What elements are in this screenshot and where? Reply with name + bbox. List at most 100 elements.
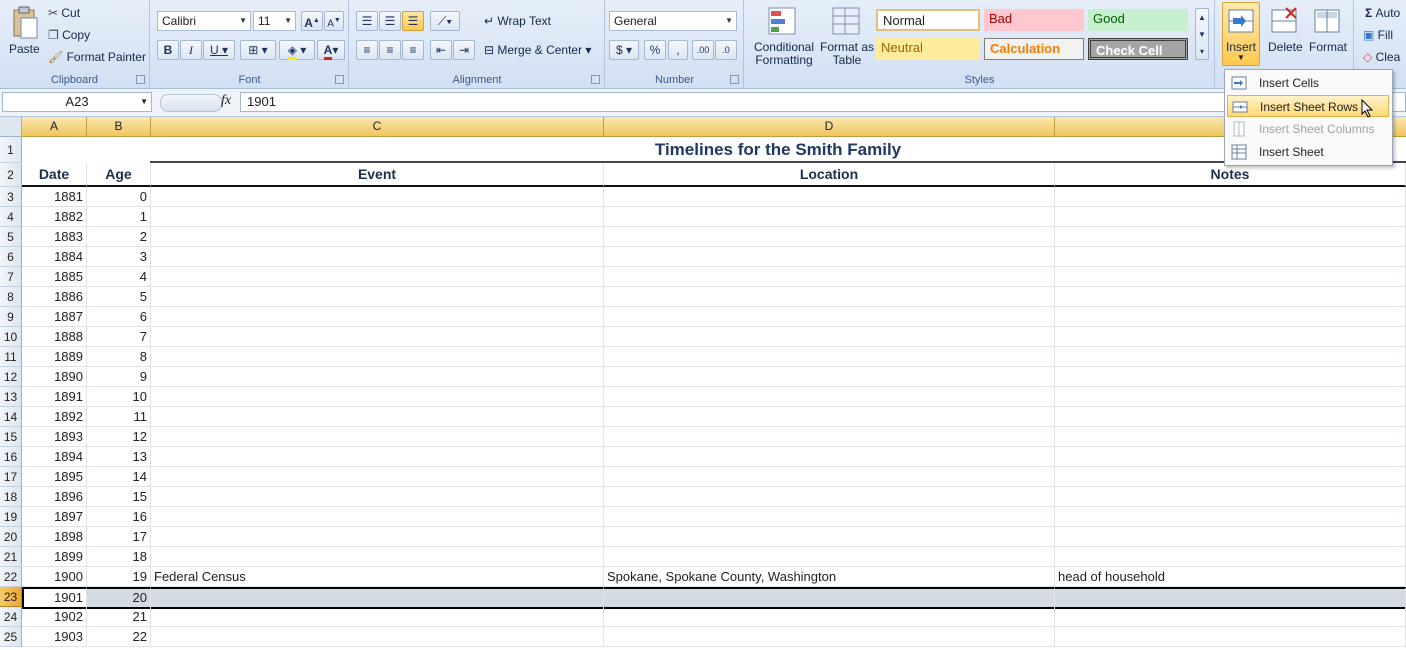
format-as-table-button[interactable]: Format as Table: [819, 41, 875, 67]
grid-cell[interactable]: [1055, 507, 1406, 527]
formula-bar-handle[interactable]: [160, 94, 222, 112]
grid-cell[interactable]: [151, 187, 604, 207]
row-header[interactable]: 6: [0, 247, 22, 267]
grid-cell[interactable]: 1903: [22, 627, 87, 647]
grid-cell[interactable]: 20: [87, 587, 151, 609]
grid-cell[interactable]: [604, 187, 1055, 207]
grid-cell[interactable]: 13: [87, 447, 151, 467]
shrink-font-button[interactable]: A▼: [324, 11, 344, 31]
style-check-cell[interactable]: Check Cell: [1088, 38, 1188, 60]
grid-cell[interactable]: [151, 227, 604, 247]
bold-button[interactable]: B: [157, 40, 179, 60]
grid-cell[interactable]: [1055, 227, 1406, 247]
grid-cell[interactable]: 1890: [22, 367, 87, 387]
conditional-formatting-button[interactable]: Conditional Formatting: [751, 41, 817, 67]
grid-cell[interactable]: [1055, 407, 1406, 427]
decrease-decimal-icon[interactable]: .0: [715, 40, 737, 60]
grid-cell[interactable]: 1900: [22, 567, 87, 587]
grid-cell[interactable]: 1884: [22, 247, 87, 267]
grid-cell[interactable]: [604, 207, 1055, 227]
row-header[interactable]: 9: [0, 307, 22, 327]
grid-cell[interactable]: 0: [87, 187, 151, 207]
italic-button[interactable]: I: [180, 40, 202, 60]
grid-cell[interactable]: 17: [87, 527, 151, 547]
grid-cell[interactable]: Federal Census: [151, 567, 604, 587]
grid-cell[interactable]: 1885: [22, 267, 87, 287]
font-color-button[interactable]: A▾: [317, 40, 345, 60]
row-header[interactable]: 18: [0, 487, 22, 507]
row-header[interactable]: 8: [0, 287, 22, 307]
merge-center-button[interactable]: ⊟ Merge & Center ▾: [484, 43, 591, 57]
decrease-indent-icon[interactable]: ⇤: [430, 40, 452, 60]
grid-cell[interactable]: 16: [87, 507, 151, 527]
grid-cell[interactable]: 3: [87, 247, 151, 267]
increase-indent-icon[interactable]: ⇥: [453, 40, 475, 60]
grid-cell[interactable]: [604, 307, 1055, 327]
grid-cell[interactable]: head of household: [1055, 567, 1406, 587]
grid-cell[interactable]: [151, 307, 604, 327]
grid-cell[interactable]: [604, 467, 1055, 487]
grid-cell[interactable]: 9: [87, 367, 151, 387]
grid-cell[interactable]: [151, 527, 604, 547]
grid-cell[interactable]: [151, 627, 604, 647]
grid-cell[interactable]: 18: [87, 547, 151, 567]
number-format-select[interactable]: General ▼: [609, 11, 737, 31]
column-title-cell[interactable]: Notes: [1055, 163, 1406, 187]
grid-cell[interactable]: [151, 487, 604, 507]
grid-cell[interactable]: 1902: [22, 607, 87, 627]
styles-scroll[interactable]: ▲ ▼ ▾: [1195, 8, 1209, 60]
row-header[interactable]: 20: [0, 527, 22, 547]
grid-cell[interactable]: 1899: [22, 547, 87, 567]
grid-cell[interactable]: 22: [87, 627, 151, 647]
grid-cell[interactable]: 14: [87, 467, 151, 487]
row-header[interactable]: 12: [0, 367, 22, 387]
underline-button[interactable]: U ▾: [203, 40, 235, 60]
grid-cell[interactable]: 8: [87, 347, 151, 367]
column-title-cell[interactable]: Age: [87, 163, 151, 187]
grid-cell[interactable]: [604, 447, 1055, 467]
format-painter-button[interactable]: 🖌 Format Painter: [48, 50, 146, 64]
grid-cell[interactable]: [604, 507, 1055, 527]
row-header[interactable]: 15: [0, 427, 22, 447]
menu-item-insert-sheet-rows[interactable]: Insert Sheet Rows: [1227, 95, 1389, 118]
row-header[interactable]: 11: [0, 347, 22, 367]
grid-cell[interactable]: [151, 587, 604, 609]
grid-cell[interactable]: 15: [87, 487, 151, 507]
grid-cell[interactable]: [151, 367, 604, 387]
clipboard-launcher-icon[interactable]: [136, 75, 145, 84]
worksheet-grid[interactable]: A B C D 1 Timelines for the Smith Family 2…: [0, 117, 1406, 650]
align-left-icon[interactable]: ≡: [356, 40, 378, 60]
grid-cell[interactable]: [604, 587, 1055, 609]
row-header[interactable]: 21: [0, 547, 22, 567]
column-header-a[interactable]: A: [22, 117, 87, 137]
currency-button[interactable]: $ ▾: [609, 40, 639, 60]
grid-cell[interactable]: [1055, 327, 1406, 347]
grid-cell[interactable]: [1055, 547, 1406, 567]
row-header[interactable]: 5: [0, 227, 22, 247]
row-header[interactable]: 3: [0, 187, 22, 207]
grid-cell[interactable]: [1055, 487, 1406, 507]
grid-cell[interactable]: [604, 427, 1055, 447]
grid-cell[interactable]: 1883: [22, 227, 87, 247]
grid-cell[interactable]: [151, 547, 604, 567]
grid-cell[interactable]: 5: [87, 287, 151, 307]
grid-cell[interactable]: 1892: [22, 407, 87, 427]
grid-cell[interactable]: [151, 427, 604, 447]
align-bottom-icon[interactable]: ☰: [402, 11, 424, 31]
grid-cell[interactable]: [604, 547, 1055, 567]
row-header[interactable]: 25: [0, 627, 22, 647]
grid-cell[interactable]: [1055, 447, 1406, 467]
grid-cell[interactable]: Spokane, Spokane County, Washington: [604, 567, 1055, 587]
column-title-cell[interactable]: Date: [22, 163, 87, 187]
grid-cell[interactable]: [604, 367, 1055, 387]
grid-cell[interactable]: 1882: [22, 207, 87, 227]
align-top-icon[interactable]: ☰: [356, 11, 378, 31]
font-size-select[interactable]: 11 ▼: [253, 11, 296, 31]
percent-button[interactable]: %: [644, 40, 666, 60]
grid-cell[interactable]: [1055, 627, 1406, 647]
alignment-launcher-icon[interactable]: [591, 75, 600, 84]
grid-cell[interactable]: [604, 627, 1055, 647]
grid-cell[interactable]: [1055, 527, 1406, 547]
wrap-text-button[interactable]: ↵ Wrap Text: [484, 14, 551, 28]
cut-button[interactable]: ✂ Cut: [48, 6, 80, 20]
